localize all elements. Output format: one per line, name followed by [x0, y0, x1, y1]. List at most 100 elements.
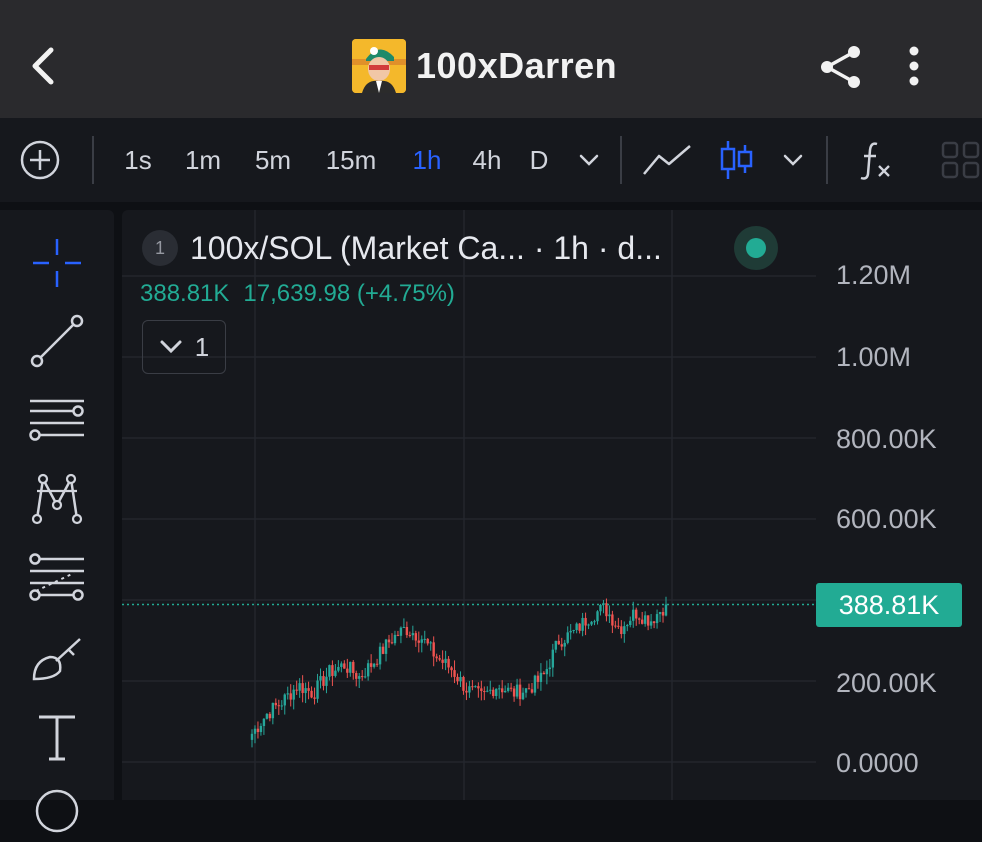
toolbar-divider	[92, 136, 94, 184]
candle-body	[399, 627, 403, 636]
more-options-button[interactable]	[900, 44, 928, 90]
candle-body	[623, 626, 626, 635]
horizontal-lines-tool[interactable]	[26, 390, 88, 452]
indicators-button[interactable]	[852, 140, 898, 180]
fib-tool[interactable]	[26, 548, 88, 610]
interval-4h[interactable]: 4h	[466, 140, 508, 180]
indicator-count: 1	[194, 331, 210, 362]
series-title: 100x/SOL (Market Ca... · 1h · d...	[190, 229, 662, 266]
market-status[interactable]	[734, 226, 778, 270]
back-button[interactable]	[24, 44, 64, 88]
candle-body	[250, 733, 254, 740]
candle-body	[274, 702, 278, 706]
candle-body	[637, 618, 641, 620]
candle-body	[536, 675, 540, 682]
app-header: 100xDarren	[0, 0, 982, 118]
horizontal-lines-icon	[29, 399, 84, 441]
candle-body	[435, 656, 438, 659]
chart-panel[interactable]: 1 100x/SOL (Market Ca... · 1h · d... 388…	[122, 210, 982, 800]
pattern-tool[interactable]	[26, 468, 88, 530]
candle-body	[596, 611, 599, 622]
candle-body	[512, 688, 516, 697]
candle-body	[286, 693, 289, 695]
candle-body	[629, 620, 632, 626]
candle-body	[319, 676, 322, 681]
candle-body	[420, 639, 423, 643]
indicator-collapse-button[interactable]: 1	[142, 320, 226, 374]
candle-body	[498, 688, 501, 690]
plus-circle-icon	[20, 140, 60, 180]
candle-body	[411, 633, 415, 636]
candle-body	[423, 638, 426, 640]
candle-body	[438, 658, 441, 660]
candle-body	[387, 639, 391, 643]
candle-body	[301, 683, 304, 694]
candle-body	[539, 672, 543, 682]
crosshair-icon	[33, 239, 81, 287]
candle-body	[259, 725, 263, 733]
candle-body	[515, 684, 519, 697]
candle-body	[277, 705, 281, 707]
interval-15m[interactable]: 15m	[318, 140, 384, 180]
candle-body	[346, 668, 349, 673]
candle-body	[405, 627, 409, 636]
interval-1h[interactable]: 1h	[406, 140, 448, 180]
candle-body	[620, 626, 623, 635]
candle-body	[453, 670, 456, 677]
interval-5m[interactable]: 5m	[248, 140, 298, 180]
candle-body	[414, 633, 418, 641]
chevron-left-icon	[32, 47, 54, 85]
layout-button[interactable]	[940, 140, 982, 180]
share-button[interactable]	[818, 44, 864, 90]
add-indicator-button[interactable]	[18, 140, 62, 180]
line-chart-button[interactable]	[640, 140, 694, 180]
candle-body	[503, 690, 507, 693]
y-axis-label: 600.00K	[836, 504, 937, 534]
candle-body	[340, 663, 343, 667]
text-tool[interactable]	[26, 706, 88, 768]
more-tools[interactable]	[26, 780, 88, 842]
candle-body	[640, 619, 644, 624]
series-legend[interactable]: 1 100x/SOL (Market Ca... · 1h · d...	[142, 228, 662, 268]
candle-body	[563, 642, 566, 647]
candle-body	[486, 690, 489, 692]
candle-body	[548, 667, 552, 670]
line-chart-icon	[643, 145, 691, 175]
candle-body	[632, 609, 635, 621]
interval-D[interactable]: D	[526, 140, 552, 180]
brush-tool[interactable]	[26, 628, 88, 690]
candle-body	[518, 684, 522, 700]
candle-body	[557, 640, 560, 645]
candle-body	[253, 728, 257, 734]
candle-body	[590, 621, 593, 625]
chart-toolbar: 1s 1m 5m 15m 1h 4h D	[0, 118, 982, 202]
series-values: 388.81K 17,639.98 (+4.75%)	[140, 280, 469, 308]
candle-body	[456, 676, 459, 682]
candle-body	[349, 661, 352, 673]
chart-type-dropdown[interactable]	[778, 140, 808, 180]
candle-body	[611, 614, 614, 626]
candle-body	[500, 688, 504, 693]
interval-dropdown[interactable]	[574, 140, 604, 180]
candles-button[interactable]	[716, 140, 756, 180]
candle-body	[331, 665, 334, 676]
candle-body	[566, 632, 569, 643]
candle-body	[492, 689, 495, 696]
interval-1s[interactable]: 1s	[118, 140, 158, 180]
candle-body	[271, 702, 275, 719]
text-icon	[39, 715, 75, 761]
candle-body	[295, 689, 298, 691]
crosshair-tool[interactable]	[26, 232, 88, 294]
candle-body	[262, 718, 266, 726]
candle-body	[652, 621, 656, 624]
token-title-text: 100xDarren	[416, 45, 618, 86]
candle-body	[459, 677, 462, 682]
candle-body	[524, 688, 528, 693]
candle-body	[584, 617, 587, 626]
interval-1m[interactable]: 1m	[178, 140, 228, 180]
token-title[interactable]: 100xDarren	[352, 38, 617, 94]
candle-body	[581, 617, 584, 631]
trend-line-tool[interactable]	[26, 310, 88, 372]
candle-body	[289, 693, 292, 700]
candle-body	[322, 676, 325, 686]
